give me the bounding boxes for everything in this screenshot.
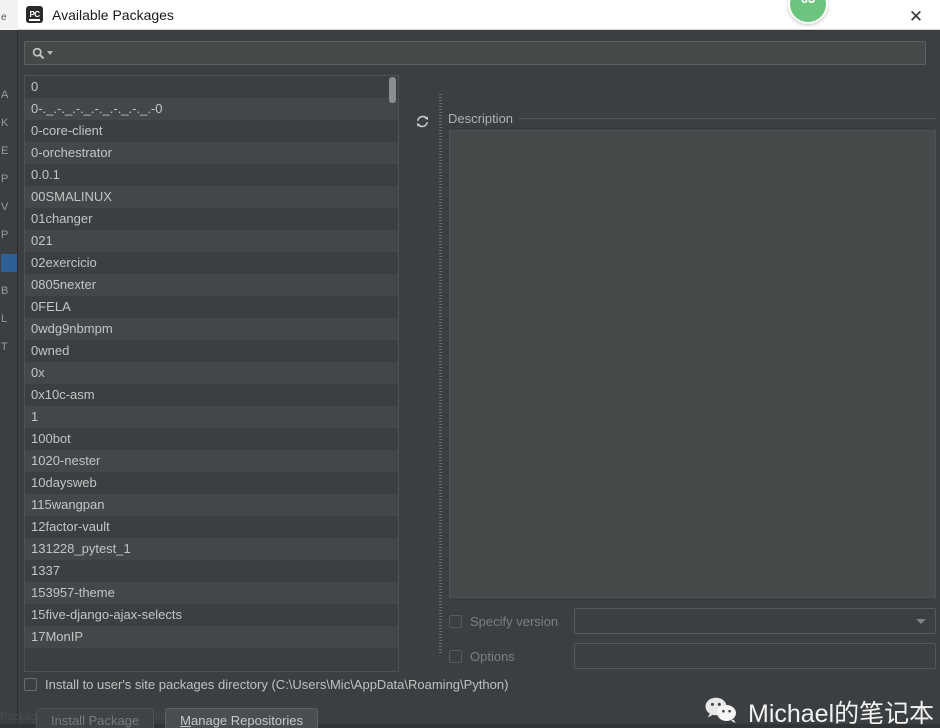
ide-sidebar-item[interactable]: B xyxy=(1,282,17,300)
package-list-item[interactable]: 0-._.-._.-._.-._.-._.-._.-0 xyxy=(25,98,398,120)
package-list-item[interactable]: 10daysweb xyxy=(25,472,398,494)
ide-left-toolwindow-strip[interactable]: AKEPVPBLT xyxy=(0,28,18,728)
close-icon[interactable]: ✕ xyxy=(906,6,926,26)
package-list-scrollbar[interactable] xyxy=(388,77,397,672)
package-list-item[interactable]: 1020-nester xyxy=(25,450,398,472)
ide-top-left-strip: e xyxy=(0,0,20,30)
specify-version-row: Specify version xyxy=(449,608,936,634)
ide-sidebar-item[interactable] xyxy=(1,254,17,272)
install-user-site-label: Install to user's site packages director… xyxy=(45,677,508,692)
ide-corner-label: e xyxy=(1,12,7,23)
refresh-icon[interactable] xyxy=(410,109,434,133)
package-list-item[interactable]: 0 xyxy=(25,76,398,98)
package-list-item[interactable]: 00SMALINUX xyxy=(25,186,398,208)
manage-repositories-button[interactable]: Manage Repositories xyxy=(165,708,318,728)
package-list-item[interactable]: 01changer xyxy=(25,208,398,230)
description-separator xyxy=(448,118,936,119)
ide-sidebar-item[interactable]: P xyxy=(1,226,17,244)
package-list-item[interactable]: 0x10c-asm xyxy=(25,384,398,406)
package-list-item[interactable]: 0-core-client xyxy=(25,120,398,142)
options-input[interactable] xyxy=(574,643,936,669)
ide-sidebar-item[interactable]: E xyxy=(1,142,17,160)
search-filter-caret-icon[interactable] xyxy=(47,51,53,55)
package-list-item[interactable]: 0FELA xyxy=(25,296,398,318)
options-label: Options xyxy=(470,649,515,664)
package-list-item[interactable]: 0x xyxy=(25,362,398,384)
dialog-title: Available Packages xyxy=(52,7,174,23)
panel-splitter[interactable] xyxy=(438,76,443,672)
package-list-item[interactable]: 02exercicio xyxy=(25,252,398,274)
specify-version-checkbox[interactable] xyxy=(449,615,462,628)
search-box[interactable] xyxy=(24,41,926,65)
pycharm-icon: PC xyxy=(26,6,43,23)
version-select[interactable] xyxy=(574,608,936,634)
options-checkbox[interactable] xyxy=(449,650,462,663)
search-input[interactable] xyxy=(59,43,925,63)
splitter-grip-icon xyxy=(439,94,442,654)
description-panel xyxy=(449,130,936,598)
package-list-item[interactable]: 115wangpan xyxy=(25,494,398,516)
ide-sidebar-item[interactable]: K xyxy=(1,114,17,132)
chevron-down-icon xyxy=(916,619,926,624)
search-icon xyxy=(32,47,53,60)
package-list-item[interactable]: 0wdg9nbmpm xyxy=(25,318,398,340)
install-user-site-row[interactable]: Install to user's site packages director… xyxy=(24,677,508,692)
notification-badge[interactable]: 63 xyxy=(788,0,828,24)
package-list-item[interactable]: 153957-theme xyxy=(25,582,398,604)
scrollbar-thumb[interactable] xyxy=(389,77,396,103)
dialog-button-row: Install Package Manage Repositories xyxy=(36,708,318,728)
ide-sidebar-item[interactable]: L xyxy=(1,310,17,328)
install-user-site-checkbox[interactable] xyxy=(24,678,37,691)
package-list-item[interactable]: 1 xyxy=(25,406,398,428)
package-list-item[interactable]: 0805nexter xyxy=(25,274,398,296)
ide-sidebar-item[interactable]: T xyxy=(1,338,17,356)
package-list-item[interactable]: 021 xyxy=(25,230,398,252)
package-list-item[interactable]: 15five-django-ajax-selects xyxy=(25,604,398,626)
available-packages-dialog: 00-._.-._.-._.-._.-._.-._.-00-core-clien… xyxy=(18,30,940,712)
dialog-titlebar: PC Available Packages ✕ 63 xyxy=(18,0,940,30)
package-list-item[interactable]: 131228_pytest_1 xyxy=(25,538,398,560)
package-list-item[interactable]: 1337 xyxy=(25,560,398,582)
package-list-item[interactable]: 100bot xyxy=(25,428,398,450)
options-row: Options xyxy=(449,643,936,669)
description-label: Description xyxy=(448,111,519,126)
package-list-item[interactable]: 0.0.1 xyxy=(25,164,398,186)
package-list-item[interactable]: 0wned xyxy=(25,340,398,362)
specify-version-label: Specify version xyxy=(470,614,558,629)
package-list-item[interactable]: 12factor-vault xyxy=(25,516,398,538)
install-package-button[interactable]: Install Package xyxy=(36,708,154,728)
ide-sidebar-item[interactable]: V xyxy=(1,198,17,216)
screen: AKEPVPBLT e Packages. error. could not e… xyxy=(0,0,940,728)
package-list-body[interactable]: 00-._.-._.-._.-._.-._.-._.-00-core-clien… xyxy=(25,76,398,648)
package-list[interactable]: 00-._.-._.-._.-._.-._.-._.-00-core-clien… xyxy=(24,75,399,672)
package-list-item[interactable]: 17MonIP xyxy=(25,626,398,648)
ide-sidebar-item[interactable]: P xyxy=(1,170,17,188)
package-list-item[interactable]: 0-orchestrator xyxy=(25,142,398,164)
ide-sidebar-item[interactable]: A xyxy=(1,86,17,104)
